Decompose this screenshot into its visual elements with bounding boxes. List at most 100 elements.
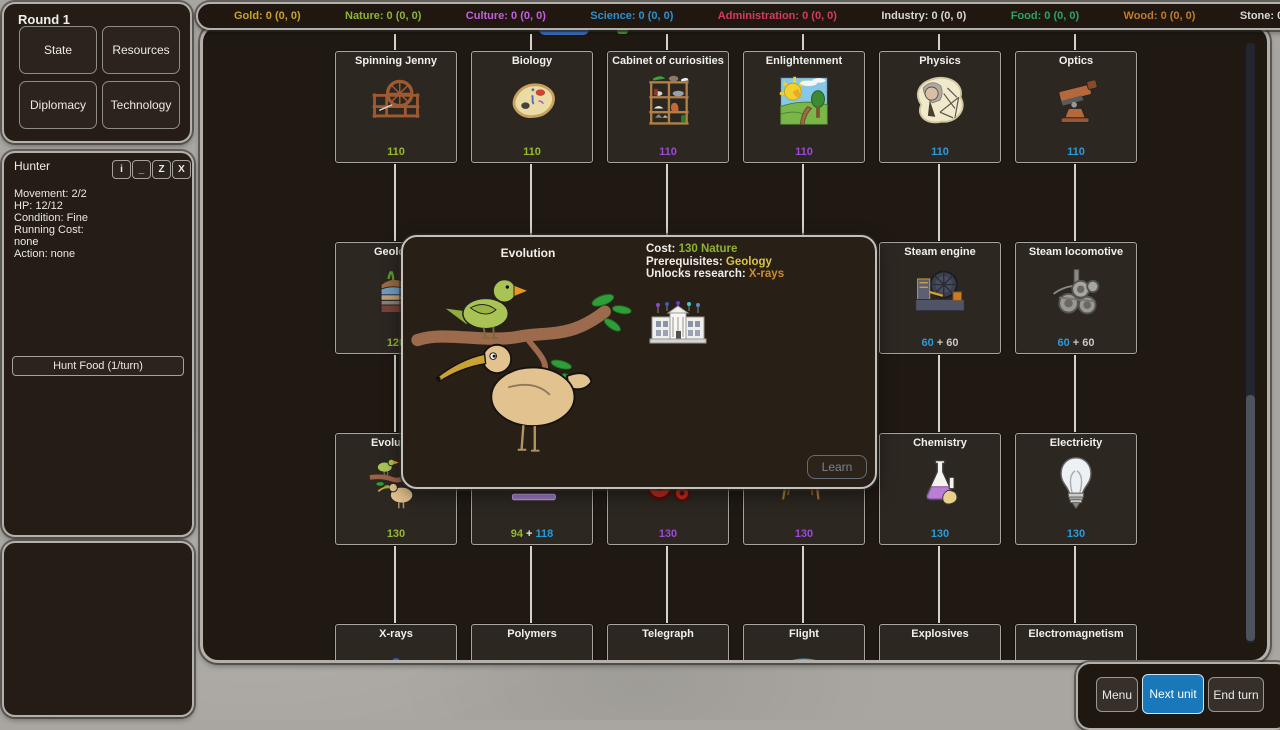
tech-card-electromagnetism[interactable]: Electromagnetism bbox=[1015, 624, 1137, 663]
popup-prereq-line: Prerequisites: Geology bbox=[646, 256, 784, 269]
tech-cost: 130 bbox=[1016, 528, 1136, 540]
connector-line bbox=[666, 161, 668, 242]
resources-button[interactable]: Resources bbox=[102, 26, 180, 74]
resource-administration: Administration: 0 (0, 0) bbox=[718, 10, 837, 22]
tech-name: Physics bbox=[882, 55, 998, 67]
tech-card-steam-locomotive[interactable]: Steam locomotive 60 + 60 bbox=[1015, 242, 1137, 354]
cabinet-icon bbox=[640, 73, 696, 129]
stat-running-cost-value: none bbox=[14, 236, 88, 248]
steam-engine-icon bbox=[912, 264, 968, 320]
connector-line bbox=[802, 543, 804, 624]
enlightenment-icon bbox=[776, 73, 832, 129]
tech-cost: 110 bbox=[744, 146, 864, 158]
tech-card-chemistry[interactable]: Chemistry 130 bbox=[879, 433, 1001, 545]
connector-line bbox=[938, 352, 940, 433]
zoom-button[interactable]: Z bbox=[152, 160, 171, 179]
popup-unlocks-line: Unlocks research: X-rays bbox=[646, 268, 784, 281]
connector-line bbox=[1074, 543, 1076, 624]
xray-dot-icon bbox=[390, 655, 402, 663]
connector-line bbox=[530, 161, 532, 242]
tech-cost: 130 bbox=[744, 528, 864, 540]
tech-cost: 60 + 60 bbox=[880, 337, 1000, 349]
resource-nature: Nature: 0 (0, 0) bbox=[345, 10, 421, 22]
tech-card-spinning-jenny[interactable]: Spinning Jenny 110 bbox=[335, 51, 457, 163]
light-bulb-icon bbox=[1048, 455, 1104, 511]
state-button[interactable]: State bbox=[19, 26, 97, 74]
connector-line bbox=[394, 352, 396, 433]
tech-cost: 110 bbox=[1016, 146, 1136, 158]
connector-line bbox=[802, 161, 804, 242]
connector-line bbox=[1074, 352, 1076, 433]
tech-card-optics[interactable]: Optics 110 bbox=[1015, 51, 1137, 163]
scrollbar-thumb[interactable] bbox=[1246, 395, 1255, 641]
tech-card-enlightenment[interactable]: Enlightenment 110 bbox=[743, 51, 865, 163]
info-button[interactable]: i bbox=[112, 160, 131, 179]
tech-card-explosives[interactable]: Explosives bbox=[879, 624, 1001, 663]
tech-cost: 110 bbox=[608, 146, 728, 158]
tech-card-physics[interactable]: Physics 110 bbox=[879, 51, 1001, 163]
tech-card-flight[interactable]: Flight bbox=[743, 624, 865, 663]
connector-line bbox=[530, 34, 532, 51]
round-label: Round 1 bbox=[18, 12, 70, 27]
tech-detail-popup: Evolution Cost: 130 Nature Prerequisites… bbox=[401, 235, 877, 489]
tech-cost: 110 bbox=[336, 146, 456, 158]
round-panel: Round 1 State Resources Diplomacy Techno… bbox=[2, 2, 192, 143]
diplomacy-button[interactable]: Diplomacy bbox=[19, 81, 97, 129]
evolution-illustration bbox=[411, 253, 651, 463]
steam-locomotive-icon bbox=[1048, 264, 1104, 320]
tech-card-cabinet-of-curiosities[interactable]: Cabinet of curiosities 110 bbox=[607, 51, 729, 163]
tech-name: Electricity bbox=[1018, 437, 1134, 449]
minimap-panel bbox=[2, 541, 194, 717]
telegraph-icon bbox=[642, 657, 694, 663]
tech-name: Explosives bbox=[882, 628, 998, 640]
popup-info: Cost: 130 Nature Prerequisites: Geology … bbox=[646, 243, 784, 281]
tech-name: Cabinet of curiosities bbox=[610, 55, 726, 67]
connector-line bbox=[938, 34, 940, 51]
resource-wood: Wood: 0 (0, 0) bbox=[1124, 10, 1196, 22]
tech-name: Enlightenment bbox=[746, 55, 862, 67]
connector-line bbox=[1074, 161, 1076, 242]
research-building-icon bbox=[649, 301, 707, 345]
tech-cost: 94 + 118 bbox=[472, 528, 592, 540]
tech-name: Flight bbox=[746, 628, 862, 640]
menu-button[interactable]: Menu bbox=[1096, 677, 1138, 712]
hunt-food-button[interactable]: Hunt Food (1/turn) bbox=[12, 356, 184, 376]
minimize-button[interactable]: _ bbox=[132, 160, 151, 179]
connector-line bbox=[530, 543, 532, 624]
connector-line bbox=[938, 161, 940, 242]
learn-button[interactable]: Learn bbox=[807, 455, 867, 479]
tech-card-electricity[interactable]: Electricity 130 bbox=[1015, 433, 1137, 545]
close-button[interactable]: X bbox=[172, 160, 191, 179]
tech-cost: 110 bbox=[880, 146, 1000, 158]
physics-icon bbox=[912, 73, 968, 129]
tech-name: X-rays bbox=[338, 628, 454, 640]
resource-bar: Gold: 0 (0, 0) Nature: 0 (0, 0) Culture:… bbox=[196, 2, 1280, 30]
connector-line bbox=[666, 34, 668, 51]
tech-name: Chemistry bbox=[882, 437, 998, 449]
resource-science: Science: 0 (0, 0) bbox=[590, 10, 673, 22]
game-screen: { "top_bar": { "resources": [ {"text": "… bbox=[0, 0, 1280, 720]
tech-cost: 60 + 60 bbox=[1016, 337, 1136, 349]
tech-card-telegraph[interactable]: Telegraph bbox=[607, 624, 729, 663]
tech-name: Optics bbox=[1018, 55, 1134, 67]
scrollbar-track[interactable] bbox=[1246, 43, 1255, 643]
stat-action: Action: none bbox=[14, 248, 88, 260]
tech-card-steam-engine[interactable]: Steam engine 60 + 60 bbox=[879, 242, 1001, 354]
popup-cost-line: Cost: 130 Nature bbox=[646, 243, 784, 256]
resource-culture: Culture: 0 (0, 0) bbox=[466, 10, 546, 22]
tech-card-xrays[interactable]: X-rays bbox=[335, 624, 457, 663]
tech-name: Telegraph bbox=[610, 628, 726, 640]
resource-food: Food: 0 (0, 0) bbox=[1011, 10, 1079, 22]
connector-line bbox=[394, 543, 396, 624]
end-turn-button[interactable]: End turn bbox=[1208, 677, 1264, 712]
stat-running-cost: Running Cost: bbox=[14, 224, 88, 236]
tech-name: Steam locomotive bbox=[1018, 246, 1134, 258]
tech-name: Electromagnetism bbox=[1018, 628, 1134, 640]
unit-name: Hunter bbox=[14, 159, 50, 173]
chemistry-icon bbox=[912, 455, 968, 511]
next-unit-button[interactable]: Next unit bbox=[1142, 674, 1204, 714]
tech-card-biology[interactable]: Biology 110 bbox=[471, 51, 593, 163]
technology-button[interactable]: Technology bbox=[102, 81, 180, 129]
connector-line bbox=[394, 34, 396, 51]
tech-card-polymers[interactable]: Polymers bbox=[471, 624, 593, 663]
